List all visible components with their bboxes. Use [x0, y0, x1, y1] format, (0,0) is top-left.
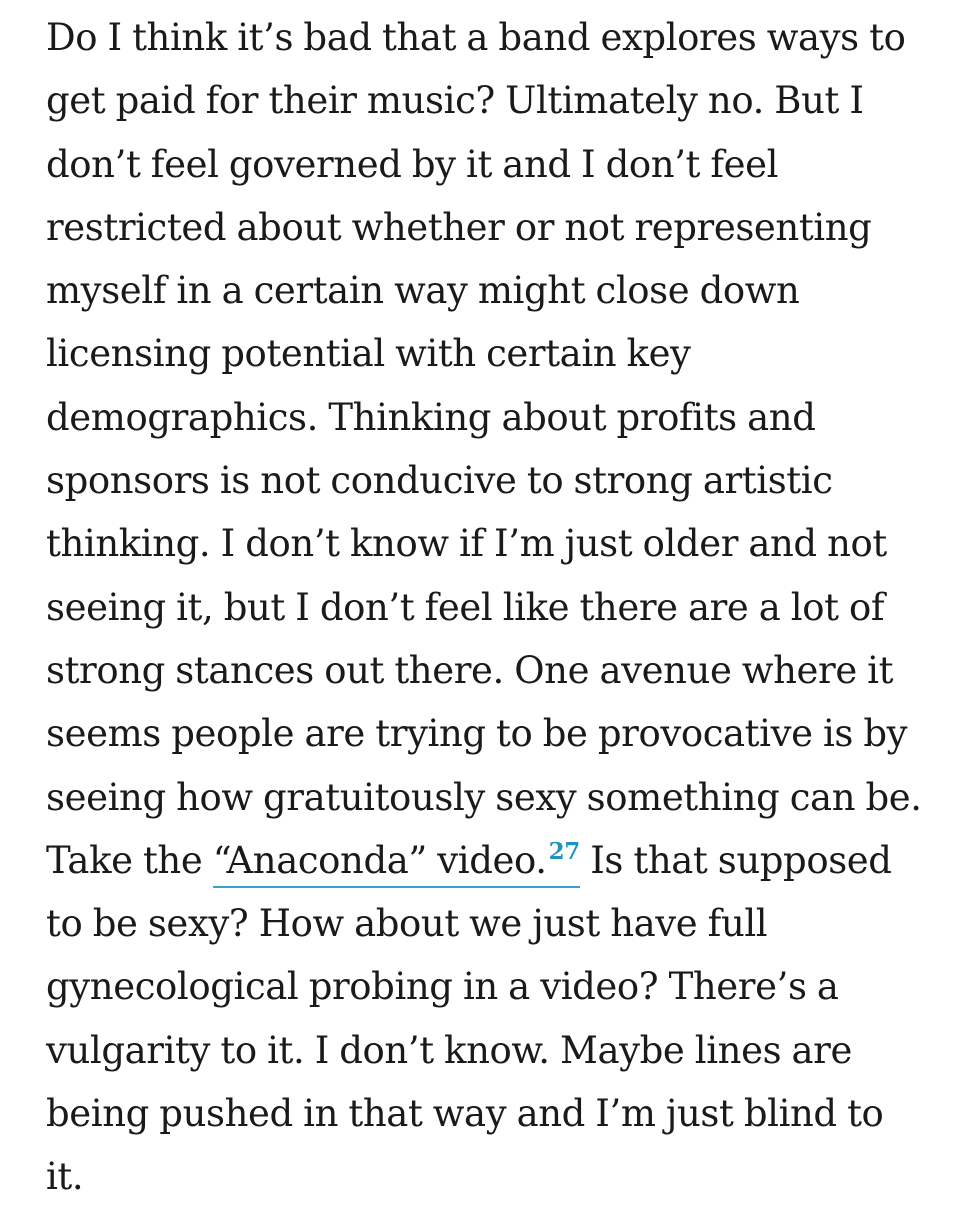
paragraph-line: restricted about whether or not represen…: [46, 205, 872, 249]
paragraph-line: seems people are trying to be provocativ…: [46, 712, 908, 756]
paragraph-line: sponsors is not conducive to strong arti…: [46, 459, 833, 503]
paragraph-line: don’t feel governed by it and I don’t fe…: [46, 142, 779, 186]
paragraph-line: licensing potential with certain key: [46, 332, 691, 376]
paragraph-line-with-link: Take the “Anaconda” video.27 Is that sup…: [46, 829, 926, 892]
paragraph-line: to be sexy? How about we just have full: [46, 902, 768, 946]
paragraph-line: strong stances out there. One avenue whe…: [46, 648, 894, 692]
paragraph-line: being pushed in that way and I’m just bl…: [46, 1092, 884, 1136]
paragraph-line: seeing it, but I don’t feel like there a…: [46, 585, 885, 629]
text-after-link: Is that supposed: [579, 838, 892, 882]
footnote-reference[interactable]: 27: [549, 838, 581, 865]
paragraph-line: seeing how gratuitously sexy something c…: [46, 775, 922, 819]
paragraph-line: it.: [46, 1155, 84, 1199]
paragraph-line: get paid for their music? Ultimately no.…: [46, 79, 864, 123]
paragraph-line: gynecological probing in a video? There’…: [46, 965, 839, 1009]
anaconda-video-link[interactable]: “Anaconda” video.27: [212, 838, 581, 888]
link-text: “Anaconda” video.: [212, 838, 547, 882]
text-before-link: Take the: [46, 838, 213, 882]
paragraph-line: demographics. Thinking about profits and: [46, 395, 816, 439]
paragraph-line: thinking. I don’t know if I’m just older…: [46, 522, 887, 566]
article-paragraph: Do I think it’s bad that a band explores…: [46, 6, 926, 1209]
paragraph-line: Do I think it’s bad that a band explores…: [46, 16, 906, 59]
paragraph-line: myself in a certain way might close down: [46, 269, 800, 313]
paragraph-line: vulgarity to it. I don’t know. Maybe lin…: [46, 1028, 852, 1072]
